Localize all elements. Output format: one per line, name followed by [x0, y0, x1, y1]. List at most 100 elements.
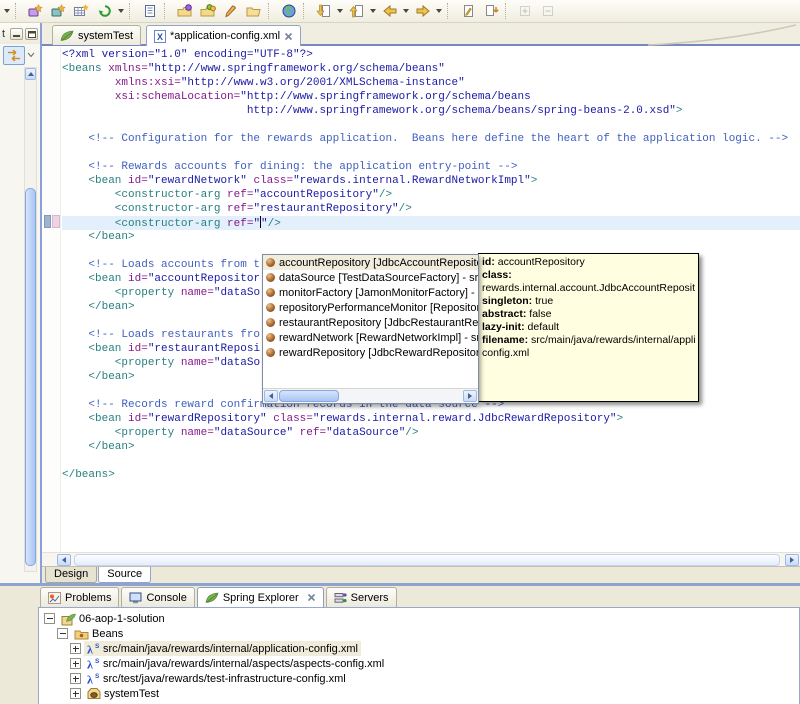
- expand-icon[interactable]: [70, 658, 81, 669]
- tree-item-label: src/main/java/rewards/internal/applicati…: [103, 642, 358, 655]
- editor-tab--application-config-xml[interactable]: X *application-config.xml: [146, 25, 302, 46]
- completion-item[interactable]: accountRepository [JdbcAccountRepository…: [263, 255, 478, 270]
- code-line-31[interactable]: </beans>: [62, 468, 800, 482]
- tab-design[interactable]: Design: [45, 567, 98, 583]
- forward-caret[interactable]: [434, 1, 444, 21]
- import-caret[interactable]: [335, 1, 345, 21]
- code-line-1[interactable]: <?xml version="1.0" encoding="UTF-8"?>: [62, 48, 800, 62]
- completion-item[interactable]: monitorFactory [JamonMonitorFactory] - s…: [263, 285, 478, 300]
- scroll-left-button[interactable]: [57, 554, 71, 566]
- tree-row[interactable]: λ Ssrc/main/java/rewards/internal/applica…: [39, 641, 799, 656]
- scroll-right-button[interactable]: [785, 554, 799, 566]
- code-line-11[interactable]: <constructor-arg ref="accountRepository"…: [62, 188, 800, 202]
- collapse-icon[interactable]: [57, 628, 68, 639]
- code-line-8[interactable]: [62, 146, 800, 160]
- new-wizard-button[interactable]: [47, 1, 70, 21]
- expand-icon[interactable]: [70, 688, 81, 699]
- tree-row[interactable]: systemTest: [39, 686, 799, 701]
- code-line-14[interactable]: </bean>: [62, 230, 800, 244]
- code-line-4[interactable]: xsi:schemaLocation="http://www.springfra…: [62, 90, 800, 104]
- maximize-view-button[interactable]: [25, 28, 38, 40]
- next-annotation-button[interactable]: [479, 1, 502, 21]
- refresh-caret[interactable]: [116, 1, 126, 21]
- new-table-button[interactable]: [70, 1, 93, 21]
- tree-row[interactable]: λ Ssrc/main/java/rewards/internal/aspects…: [39, 656, 799, 671]
- forward-button[interactable]: [411, 1, 434, 21]
- code-line-13[interactable]: <constructor-arg ref=""/>: [62, 216, 800, 230]
- view-tab-servers[interactable]: Servers: [325, 587, 397, 607]
- scroll-left-button[interactable]: [264, 390, 278, 402]
- expand-icon[interactable]: [70, 643, 81, 654]
- xml-source-editor[interactable]: <?xml version="1.0" encoding="UTF-8"?> <b…: [42, 46, 800, 552]
- completion-item[interactable]: dataSource [TestDataSourceFactory] - src…: [263, 270, 478, 285]
- view-menu-caret[interactable]: [27, 52, 35, 58]
- annotation-ruler[interactable]: [42, 46, 61, 552]
- popup-scrollbar-thumb[interactable]: [279, 390, 339, 402]
- code-line-10[interactable]: <bean id="rewardNetwork" class="rewards.…: [62, 174, 800, 188]
- code-line-2[interactable]: <beans xmlns="http://www.springframework…: [62, 62, 800, 76]
- code-line-3[interactable]: xmlns:xsi="http://www.w3.org/2001/XMLSch…: [62, 76, 800, 90]
- close-tab-icon[interactable]: [284, 32, 293, 41]
- editor-horizontal-scrollbar[interactable]: [42, 552, 800, 566]
- scrollbar-thumb[interactable]: [25, 188, 36, 566]
- code-line-30[interactable]: [62, 454, 800, 468]
- tree-row[interactable]: λ Ssrc/test/java/rewards/test-infrastruct…: [39, 671, 799, 686]
- scroll-right-button[interactable]: [463, 390, 477, 402]
- refresh-button[interactable]: [93, 1, 116, 21]
- import-button[interactable]: [312, 1, 335, 21]
- code-line-28[interactable]: <property name="dataSource" ref="dataSou…: [62, 426, 800, 440]
- completion-item[interactable]: rewardRepository [JdbcRewardRepository] …: [263, 345, 478, 360]
- code-line-5[interactable]: http://www.springframework.org/schema/be…: [62, 104, 800, 118]
- tree-item[interactable]: systemTest: [84, 686, 162, 701]
- external-tools-button[interactable]: [219, 1, 242, 21]
- tab-source[interactable]: Source: [98, 567, 152, 583]
- completion-item[interactable]: rewardNetwork [RewardNetworkImpl] - src/…: [263, 330, 478, 345]
- run-button[interactable]: [196, 1, 219, 21]
- editor-tab-systemtest[interactable]: systemTest: [52, 25, 142, 45]
- view-tab-problems[interactable]: Problems: [40, 587, 120, 607]
- view-tab-console[interactable]: Console: [121, 587, 195, 607]
- link-with-editor-button[interactable]: [3, 45, 25, 65]
- xml-file-icon: X: [154, 29, 166, 43]
- code-line-29[interactable]: </bean>: [62, 440, 800, 454]
- popup-horizontal-scrollbar[interactable]: [263, 388, 478, 403]
- editor-scrollbar-thumb[interactable]: [74, 554, 780, 566]
- tree-item[interactable]: Beans: [71, 626, 126, 641]
- open-editor-button[interactable]: [138, 1, 161, 21]
- code-line-9[interactable]: <!-- Rewards accounts for dining: the ap…: [62, 160, 800, 174]
- completion-item[interactable]: restaurantRepository [JdbcRestaurantRepo…: [263, 315, 478, 330]
- code-line-7[interactable]: <!-- Configuration for the rewards appli…: [62, 132, 800, 146]
- code-line-6[interactable]: [62, 118, 800, 132]
- back-button[interactable]: [378, 1, 401, 21]
- current-line-marker: [44, 215, 51, 228]
- collapsed-left-view: t: [0, 23, 42, 583]
- last-edit-location-button[interactable]: [456, 1, 479, 21]
- tree-row[interactable]: 06-aop-1-solution: [39, 611, 799, 626]
- tree-item[interactable]: λ Ssrc/main/java/rewards/internal/applica…: [84, 641, 361, 656]
- tree-item[interactable]: λ Ssrc/test/java/rewards/test-infrastruct…: [84, 671, 349, 686]
- back-caret[interactable]: [401, 1, 411, 21]
- tree-row[interactable]: Beans: [39, 626, 799, 641]
- code-line-27[interactable]: <bean id="rewardRepository" class="rewar…: [62, 412, 800, 426]
- overflow-caret[interactable]: [2, 1, 12, 21]
- tree-item[interactable]: λ Ssrc/main/java/rewards/internal/aspects…: [84, 656, 387, 671]
- scroll-up-button[interactable]: [25, 68, 36, 80]
- export-button[interactable]: [345, 1, 368, 21]
- minimize-view-button[interactable]: [10, 28, 23, 40]
- beans-folder-icon: [74, 627, 89, 640]
- open-web-browser-button[interactable]: [277, 1, 300, 21]
- open-folder-button[interactable]: [242, 1, 265, 21]
- collapse-icon[interactable]: [44, 613, 55, 624]
- code-line-12[interactable]: <constructor-arg ref="restaurantReposito…: [62, 202, 800, 216]
- left-view-scrollbar[interactable]: [24, 67, 37, 572]
- close-view-icon[interactable]: [307, 593, 316, 602]
- completion-item[interactable]: repositoryPerformanceMonitor [Repository…: [263, 300, 478, 315]
- view-tab-spring-explorer[interactable]: Spring Explorer: [196, 587, 324, 607]
- export-caret[interactable]: [368, 1, 378, 21]
- spring-explorer-tree: 06-aop-1-solution Beans λ Ssrc/main/java/re…: [39, 611, 799, 701]
- debug-button[interactable]: [173, 1, 196, 21]
- expand-icon[interactable]: [70, 673, 81, 684]
- svg-text:λ: λ: [87, 673, 93, 686]
- tree-item[interactable]: 06-aop-1-solution: [58, 611, 168, 626]
- new-spring-project-button[interactable]: [24, 1, 47, 21]
